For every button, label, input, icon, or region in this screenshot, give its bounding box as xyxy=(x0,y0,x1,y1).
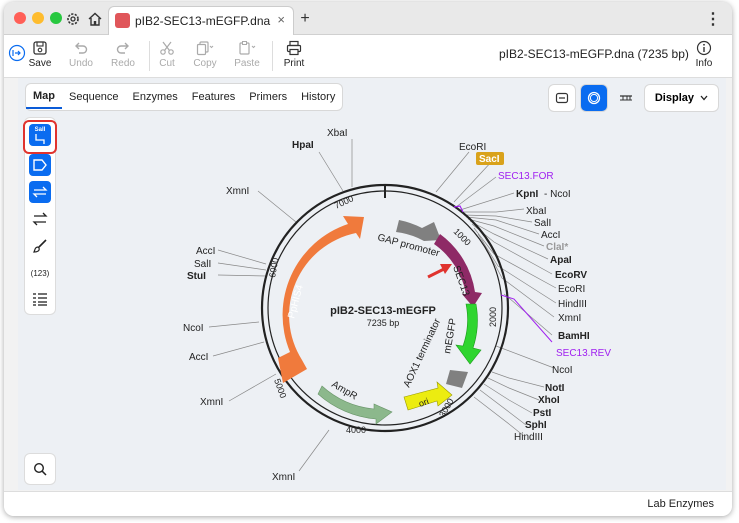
minimize-window-button[interactable] xyxy=(32,12,44,24)
more-menu-icon[interactable]: ⋮ xyxy=(702,8,724,30)
enzyme-acci-a[interactable]: AccI xyxy=(196,246,215,257)
document-tab[interactable]: pIB2-SEC13-mEGFP.dna × xyxy=(108,6,294,35)
enzyme-ecorv[interactable]: EcoRV xyxy=(555,270,587,281)
enzyme-ncoi-dash[interactable]: - NcoI xyxy=(544,189,571,200)
megfp-label: mEGFP xyxy=(442,317,459,354)
cut-button[interactable]: Cut xyxy=(147,38,187,74)
enzyme-bamhi[interactable]: BamHI xyxy=(558,331,590,342)
home-icon[interactable] xyxy=(84,8,106,30)
enzyme-saci[interactable]: SacI xyxy=(479,154,500,165)
aox1-terminator-label: AOX1 terminator xyxy=(402,317,444,390)
save-icon xyxy=(33,41,47,55)
status-bar: Lab Enzymes xyxy=(4,491,732,516)
enzyme-xmni-c[interactable]: XmnI xyxy=(272,472,295,483)
tick-label-1000: 1000 xyxy=(452,226,473,247)
enzyme-xmni-a[interactable]: XmnI xyxy=(226,186,249,197)
new-tab-button[interactable]: + xyxy=(294,8,316,30)
enzyme-noti[interactable]: NotI xyxy=(545,383,565,394)
enzyme-xmni-d[interactable]: XmnI xyxy=(558,313,581,324)
aox1-terminator-feature[interactable] xyxy=(446,370,468,388)
enzyme-ncoi-b[interactable]: NcoI xyxy=(552,365,573,376)
redo-button[interactable]: Redo xyxy=(103,38,143,74)
enzyme-acci-b[interactable]: AccI xyxy=(189,352,208,363)
print-label: Print xyxy=(283,58,305,69)
undo-icon xyxy=(75,42,88,54)
enzyme-ecori-a[interactable]: EcoRI xyxy=(459,142,486,153)
document-title: pIB2-SEC13-mEGFP.dna (7235 bp) xyxy=(499,47,689,61)
close-window-button[interactable] xyxy=(14,12,26,24)
zoom-window-button[interactable] xyxy=(50,12,62,24)
tick-label-6000: 6000 xyxy=(267,257,280,278)
enzyme-ecori-b[interactable]: EcoRI xyxy=(558,284,585,295)
close-tab-icon[interactable]: × xyxy=(277,12,285,27)
redo-label: Redo xyxy=(111,58,135,69)
enzyme-xbai-top[interactable]: XbaI xyxy=(327,128,348,139)
title-bar: pIB2-SEC13-mEGFP.dna × + ⋮ xyxy=(4,2,732,35)
main-toolbar: Save Undo Redo Cut Copy Paste Print pIB2… xyxy=(4,35,732,78)
primer-sec13-for[interactable]: SEC13.FOR xyxy=(498,171,554,182)
enzyme-xmni-b[interactable]: XmnI xyxy=(200,397,223,408)
copy-button[interactable]: Copy xyxy=(185,38,225,74)
paste-button[interactable]: Paste xyxy=(227,38,267,74)
print-button[interactable]: Print xyxy=(274,38,314,74)
enzyme-sali-a[interactable]: SalI xyxy=(194,259,211,270)
printer-icon xyxy=(286,40,302,56)
info-icon xyxy=(696,40,712,56)
undo-label: Undo xyxy=(69,58,93,69)
scissors-icon xyxy=(160,41,174,55)
redo-icon xyxy=(116,42,129,54)
enzyme-kpni[interactable]: KpnI xyxy=(516,189,538,200)
tab-title: pIB2-SEC13-mEGFP.dna xyxy=(135,14,271,28)
info-button[interactable]: Info xyxy=(684,38,724,74)
cut-label: Cut xyxy=(159,58,175,69)
enzyme-clai[interactable]: ClaI* xyxy=(546,242,568,253)
app-window: pIB2-SEC13-mEGFP.dna × + ⋮ Save Undo Red… xyxy=(4,2,732,516)
enzyme-xhoi[interactable]: XhoI xyxy=(538,395,560,406)
primer-sec13-rev[interactable]: SEC13.REV xyxy=(556,348,611,359)
settings-gear-icon[interactable] xyxy=(62,8,84,30)
enzyme-xbai-b[interactable]: XbaI xyxy=(526,206,547,217)
enzyme-hindiii-a[interactable]: HindIII xyxy=(558,299,587,310)
megfp-feature[interactable] xyxy=(455,303,482,365)
paste-label: Paste xyxy=(234,58,260,69)
info-label: Info xyxy=(695,58,713,69)
paste-icon xyxy=(239,41,256,55)
enzyme-sphi[interactable]: SphI xyxy=(525,420,547,431)
enzyme-ncoi-a[interactable]: NcoI xyxy=(183,323,204,334)
map-view: Map Sequence Enzymes Features Primers Hi… xyxy=(18,78,726,490)
enzyme-set-label[interactable]: Lab Enzymes xyxy=(647,498,714,510)
copy-icon xyxy=(196,41,214,56)
enzyme-hpai[interactable]: HpaI xyxy=(292,140,314,151)
plasmid-map: 1000 2000 3000 4000 5000 6000 7000 GAP p… xyxy=(183,128,611,483)
undo-button[interactable]: Undo xyxy=(61,38,101,74)
copy-label: Copy xyxy=(193,58,217,69)
tick-label-4000: 4000 xyxy=(346,425,366,435)
save-button[interactable]: Save xyxy=(20,38,60,74)
enzyme-acci-c[interactable]: AccI xyxy=(541,230,560,241)
annotation-arrow xyxy=(427,264,452,279)
dna-file-icon xyxy=(115,13,130,28)
enzyme-psti[interactable]: PstI xyxy=(533,408,552,419)
toolbar-divider xyxy=(272,41,273,71)
enzyme-stui[interactable]: StuI xyxy=(187,271,206,282)
plasmid-length: 7235 bp xyxy=(367,318,400,328)
save-label: Save xyxy=(28,58,52,69)
enzyme-sali-b[interactable]: SalI xyxy=(534,218,551,229)
tick-label-2000: 2000 xyxy=(488,307,498,327)
plasmid-name: pIB2-SEC13-mEGFP xyxy=(330,305,436,317)
enzyme-apai[interactable]: ApaI xyxy=(550,255,572,266)
enzyme-hindiii-b[interactable]: HindIII xyxy=(514,432,543,443)
